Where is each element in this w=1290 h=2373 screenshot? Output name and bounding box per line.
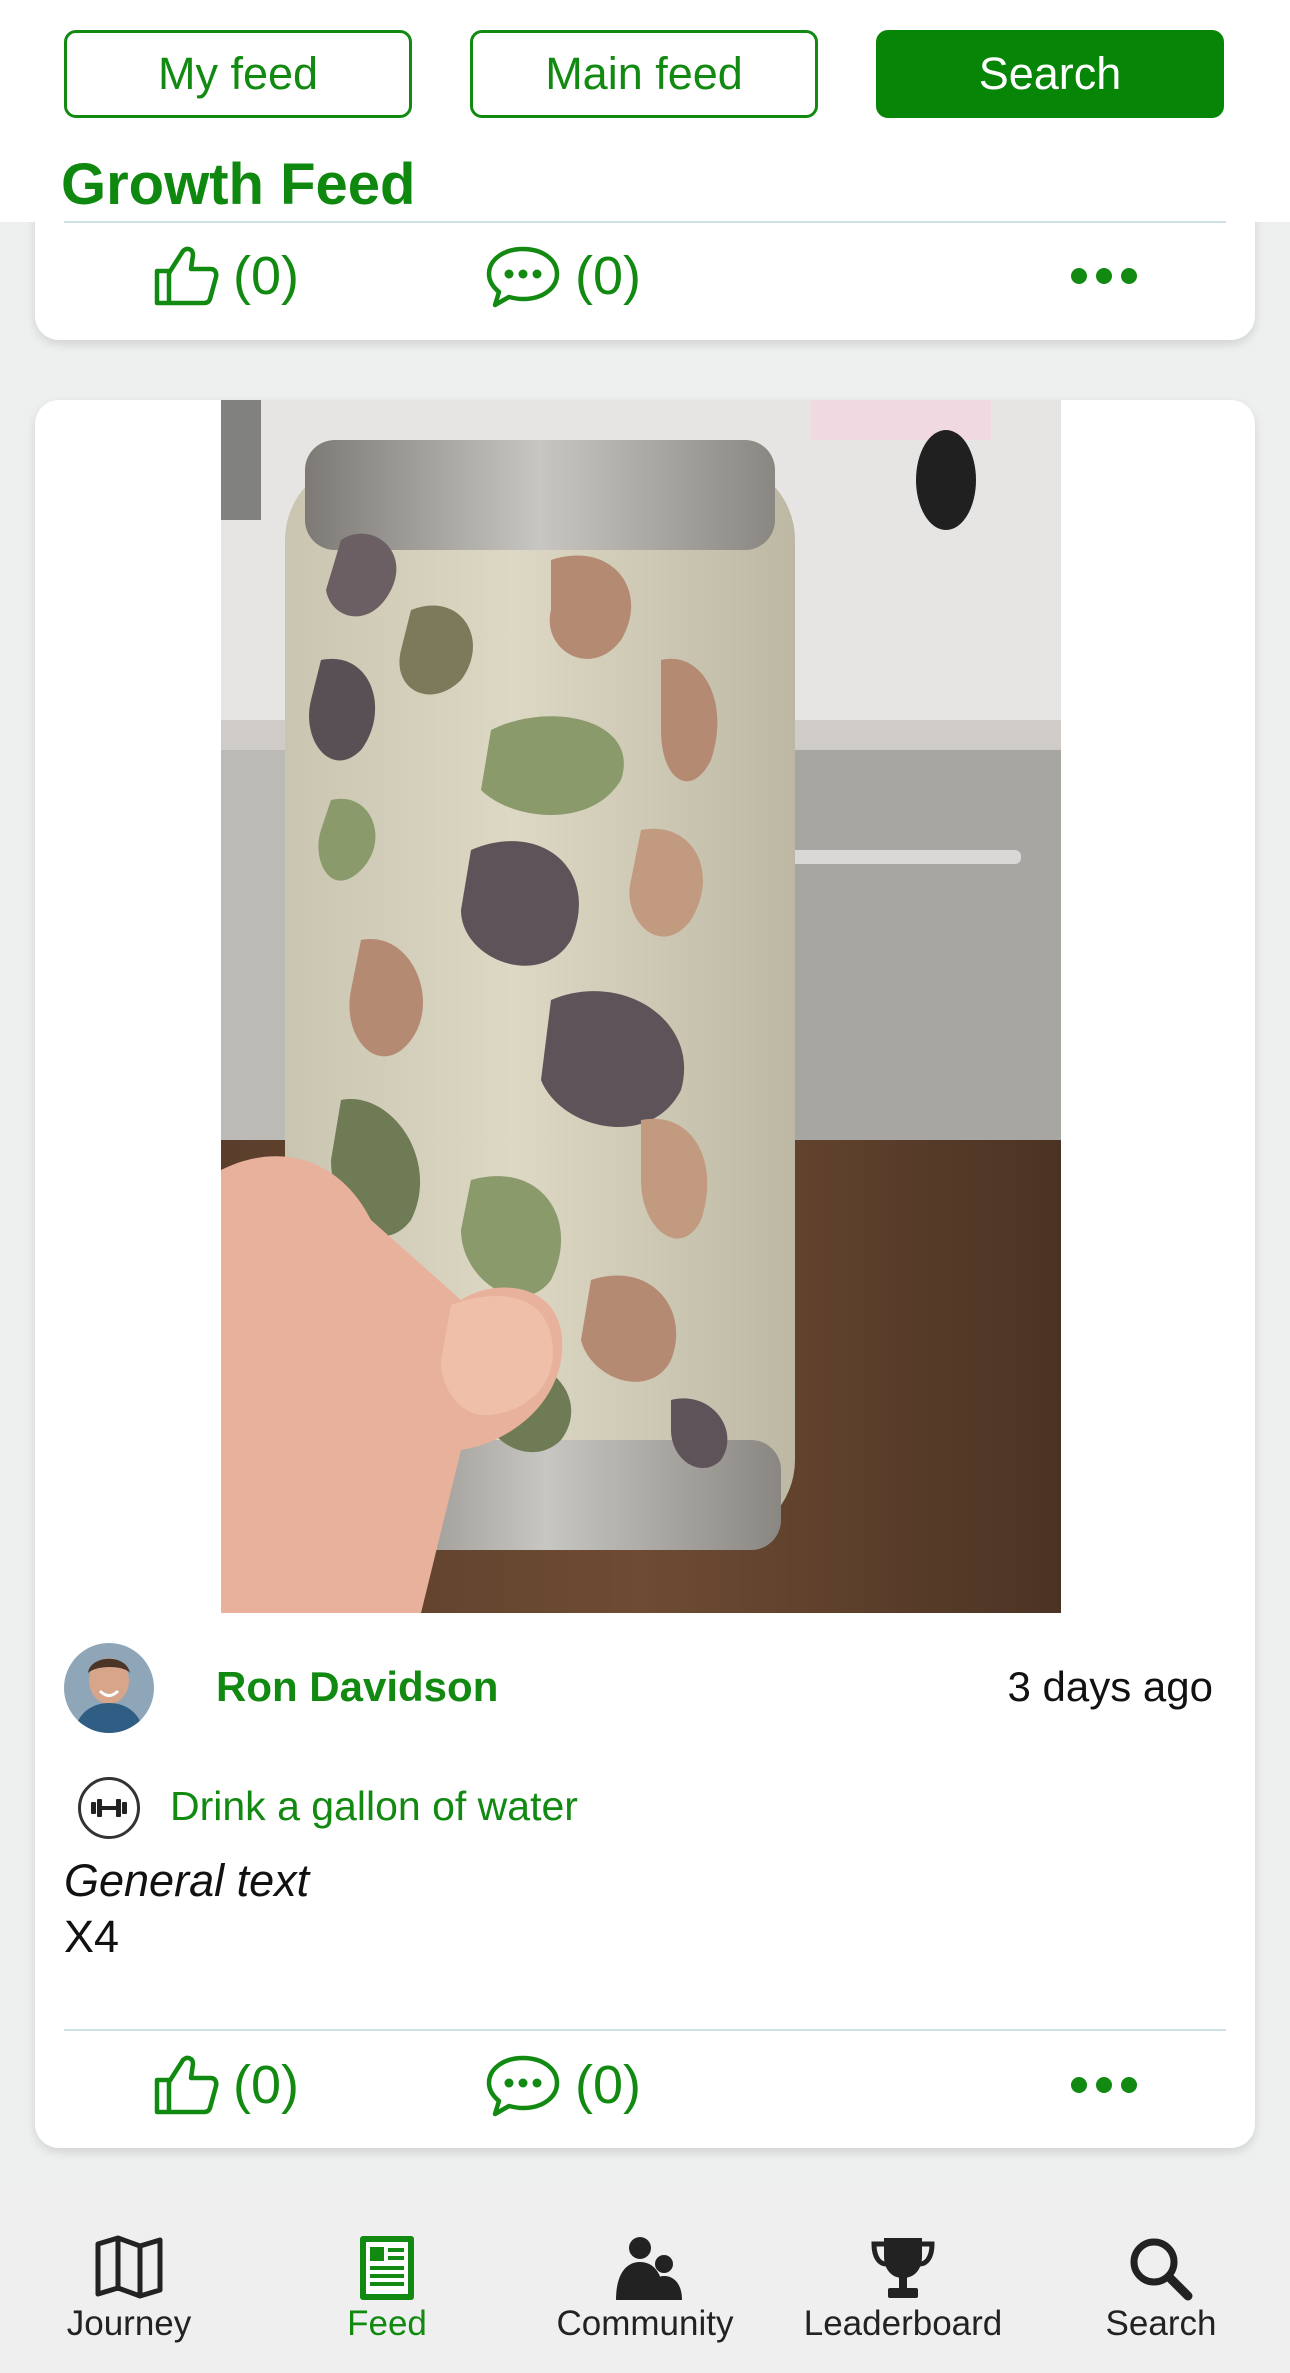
post-author-row: Ron Davidson 3 days ago: [35, 1643, 1255, 1733]
post-timestamp: 3 days ago: [1007, 1663, 1214, 1710]
post-text-secondary: X4: [64, 1911, 120, 1962]
trophy-icon: [871, 2238, 935, 2298]
post-photo[interactable]: [221, 400, 1061, 1613]
more-options-button[interactable]: [1069, 226, 1139, 326]
feed-header: My feed Main feed Search Growth Feed: [0, 0, 1290, 222]
page-title: Growth Feed: [61, 152, 416, 217]
tab-my-feed[interactable]: My feed: [64, 30, 412, 118]
like-button[interactable]: (0): [153, 226, 299, 326]
comment-button[interactable]: (0): [485, 226, 641, 326]
post-card: Ron Davidson 3 days ago Drink a gallon o…: [35, 400, 1255, 2148]
like-button[interactable]: (0): [153, 2035, 299, 2135]
post-text: General text: [64, 1855, 310, 1906]
avatar-image: [64, 1643, 154, 1733]
tumbler-photo: [221, 400, 1061, 1613]
comment-icon: [486, 2055, 560, 2117]
like-count: (0): [233, 246, 299, 306]
dumbbell-icon: [78, 1777, 140, 1839]
feed-icon: [360, 2236, 414, 2300]
tab-search[interactable]: Search: [876, 30, 1224, 118]
previous-post-action-bar: (0) (0): [35, 226, 1255, 326]
nav-journey[interactable]: Journey: [0, 2188, 258, 2373]
comment-button[interactable]: (0): [485, 2035, 641, 2135]
post-action-bar: (0) (0): [35, 2035, 1255, 2135]
feed-tabs: My feed Main feed Search: [64, 30, 1224, 118]
nav-search[interactable]: Search: [1032, 2188, 1290, 2373]
nav-community-label: Community: [556, 2304, 734, 2343]
comment-icon: [486, 246, 560, 308]
map-icon: [95, 2235, 163, 2299]
habit-label[interactable]: Drink a gallon of water: [170, 1783, 578, 1830]
more-icon: [1071, 268, 1137, 284]
comment-count: (0): [575, 246, 641, 306]
header-divider: [64, 221, 1226, 223]
bottom-nav: Journey Feed Community Leaderboard Searc…: [0, 2188, 1290, 2373]
like-count: (0): [233, 2055, 299, 2115]
nav-leaderboard-label: Leaderboard: [803, 2304, 1003, 2343]
avatar[interactable]: [64, 1643, 154, 1733]
nav-community[interactable]: Community: [516, 2188, 774, 2373]
more-icon: [1071, 2077, 1137, 2093]
nav-journey-label: Journey: [66, 2304, 192, 2343]
tab-main-feed[interactable]: Main feed: [470, 30, 818, 118]
habit-row: Drink a gallon of water: [35, 1773, 1255, 1843]
author-name[interactable]: Ron Davidson: [216, 1663, 498, 1711]
nav-leaderboard[interactable]: Leaderboard: [774, 2188, 1032, 2373]
more-options-button[interactable]: [1069, 2035, 1139, 2135]
comment-count: (0): [575, 2055, 641, 2115]
nav-feed[interactable]: Feed: [258, 2188, 516, 2373]
card-divider: [64, 2029, 1226, 2031]
nav-feed-label: Feed: [347, 2304, 427, 2343]
search-icon: [1130, 2238, 1193, 2301]
thumbs-up-icon: [154, 2055, 219, 2115]
thumbs-up-icon: [154, 246, 219, 306]
nav-search-label: Search: [1105, 2304, 1217, 2343]
community-icon: [616, 2237, 682, 2300]
